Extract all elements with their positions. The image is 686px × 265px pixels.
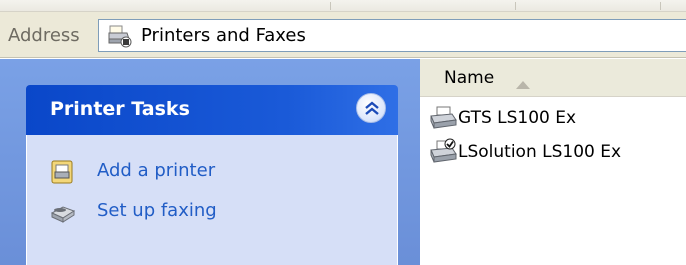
- add-printer-icon: [49, 159, 77, 185]
- sort-ascending-icon: [516, 74, 530, 94]
- explorer-window: Address Printers and Faxes Printer Tasks: [0, 0, 686, 265]
- task-pane: Printer Tasks Add a printer Set up faxin…: [0, 59, 420, 265]
- printer-icon: [428, 103, 458, 133]
- task-panel-header[interactable]: Printer Tasks: [26, 85, 398, 135]
- address-value: Printers and Faxes: [141, 25, 306, 46]
- address-bar: Address Printers and Faxes: [0, 12, 686, 58]
- task-panel-body: Add a printer Set up faxing: [26, 135, 398, 265]
- file-list-view: Name GTS LS100 Ex LSolution LS100 Ex: [420, 59, 686, 265]
- column-header-bar: Name: [420, 59, 686, 97]
- printer-tasks-panel: Printer Tasks Add a printer Set up faxin…: [26, 85, 398, 265]
- toolbar-strip: [0, 0, 686, 12]
- setup-faxing-label: Set up faxing: [97, 200, 217, 221]
- column-header-label: Name: [444, 68, 495, 88]
- task-panel-title: Printer Tasks: [50, 98, 190, 120]
- chevron-up-double-icon: [365, 101, 379, 115]
- address-field[interactable]: Printers and Faxes: [98, 19, 686, 52]
- add-printer-label: Add a printer: [97, 160, 216, 181]
- fax-icon: [49, 199, 77, 225]
- printer-name: LSolution LS100 Ex: [458, 142, 622, 162]
- column-header-name[interactable]: Name: [420, 59, 686, 97]
- address-label: Address: [8, 25, 80, 46]
- collapse-button[interactable]: [356, 93, 386, 123]
- default-printer-icon: [428, 137, 458, 167]
- printer-name: GTS LS100 Ex: [458, 108, 577, 128]
- printers-folder-icon: [107, 24, 133, 48]
